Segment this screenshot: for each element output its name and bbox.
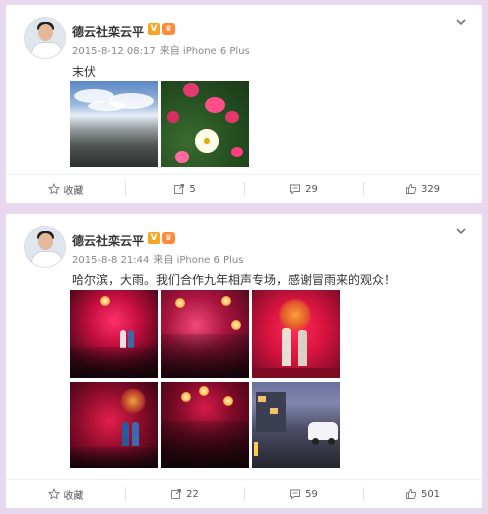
chevron-down-icon[interactable]	[454, 15, 468, 29]
post-image[interactable]	[252, 382, 340, 468]
post-card: 德云社栾云平 V ♛ 2015-8-8 21:44 来自 iPhone 6 Plu…	[5, 213, 483, 509]
author-name[interactable]: 德云社栾云平	[72, 232, 144, 249]
comment-button[interactable]: 29	[244, 175, 363, 203]
vip-crown-icon[interactable]: ♛	[162, 23, 175, 35]
favorite-button[interactable]: 收藏	[6, 480, 125, 508]
repost-button[interactable]: 5	[125, 175, 244, 203]
favorite-button[interactable]: 收藏	[6, 175, 125, 203]
post-image[interactable]	[161, 382, 249, 468]
like-button[interactable]: 501	[363, 480, 482, 508]
post-image[interactable]	[70, 382, 158, 468]
comment-button[interactable]: 59	[244, 480, 363, 508]
post-image[interactable]	[70, 81, 158, 167]
repost-icon	[171, 489, 182, 499]
post-card: 德云社栾云平 V ♛ 2015-8-12 08:17 来自 iPhone 6 Pl…	[5, 4, 483, 204]
thumbs-up-icon	[406, 184, 417, 194]
post-image[interactable]	[161, 290, 249, 378]
comment-icon	[290, 489, 301, 500]
author-name[interactable]: 德云社栾云平	[72, 23, 144, 40]
avatar[interactable]	[24, 226, 66, 268]
star-icon	[47, 183, 60, 195]
post-image[interactable]	[70, 290, 158, 378]
verified-icon: V	[148, 23, 160, 35]
action-bar: 收藏 5 29 329	[6, 174, 482, 203]
post-source: 来自 iPhone 6 Plus	[153, 255, 244, 266]
action-bar: 收藏 22 59 501	[6, 479, 482, 508]
avatar[interactable]	[24, 17, 66, 59]
weibo-feed: 德云社栾云平 V ♛ 2015-8-12 08:17 来自 iPhone 6 Pl…	[0, 0, 488, 514]
post-text: 哈尔滨，大雨。我们合作九年相声专场，感谢冒雨来的观众！	[72, 273, 397, 287]
like-button[interactable]: 329	[363, 175, 482, 203]
star-icon	[47, 488, 60, 500]
vip-crown-icon[interactable]: ♛	[162, 232, 175, 244]
post-text: 末伏	[72, 65, 97, 79]
thumbs-up-icon	[406, 489, 417, 499]
post-image[interactable]	[252, 290, 340, 378]
post-image[interactable]	[161, 81, 249, 167]
comment-icon	[290, 184, 301, 195]
post-meta: 2015-8-12 08:17 来自 iPhone 6 Plus	[72, 42, 254, 57]
chevron-down-icon[interactable]	[454, 224, 468, 238]
post-timestamp[interactable]: 2015-8-8 21:44	[72, 255, 149, 266]
post-source: 来自 iPhone 6 Plus	[159, 46, 250, 57]
repost-button[interactable]: 22	[125, 480, 244, 508]
repost-icon	[174, 184, 185, 194]
post-meta: 2015-8-8 21:44 来自 iPhone 6 Plus	[72, 251, 247, 266]
post-timestamp[interactable]: 2015-8-12 08:17	[72, 46, 156, 57]
verified-icon: V	[148, 232, 160, 244]
